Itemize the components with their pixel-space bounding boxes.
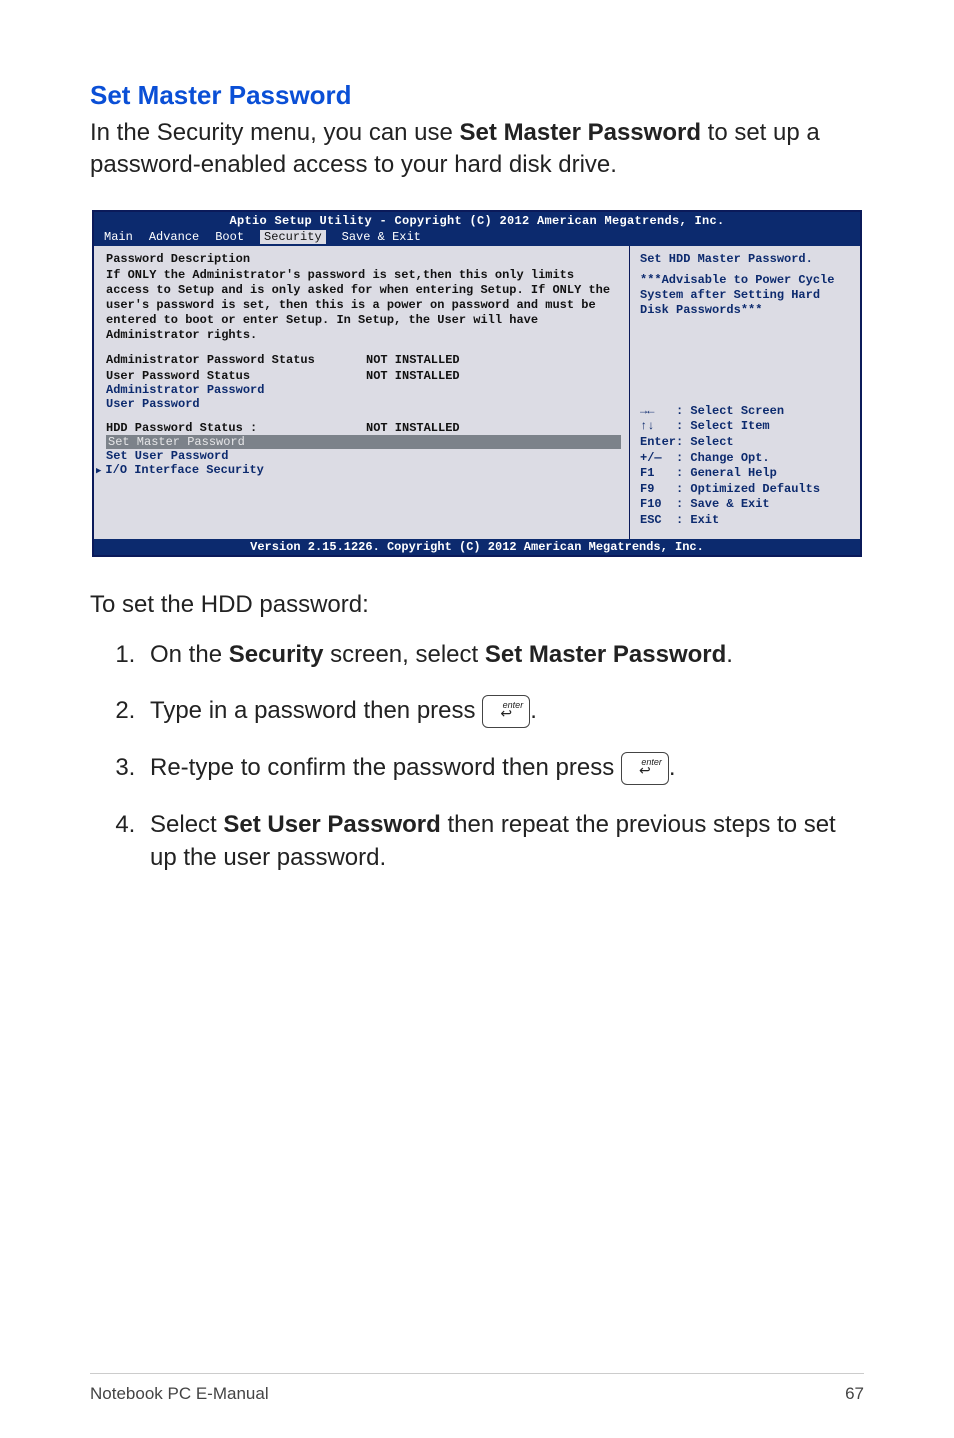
step-1-bold-2: Set Master Password (485, 641, 726, 668)
tab-save-exit[interactable]: Save & Exit (342, 230, 421, 244)
intro-bold: Set Master Password (460, 119, 701, 146)
user-password-status-label: User Password Status (106, 369, 366, 383)
bios-title: Aptio Setup Utility - Copyright (C) 2012… (100, 214, 854, 228)
step-1-before: On the (150, 641, 229, 668)
step-1-mid: screen, select (323, 641, 484, 668)
step-3-after: . (669, 754, 676, 781)
user-password-status-row: User Password Status NOT INSTALLED (106, 369, 621, 383)
step-1-after: . (726, 641, 733, 668)
step-2-before: Type in a password then press (150, 697, 482, 724)
footer-title: Notebook PC E-Manual (90, 1384, 269, 1404)
user-password-status-value: NOT INSTALLED (366, 369, 460, 383)
step-3-before: Re-type to confirm the password then pre… (150, 754, 621, 781)
help-keys: →← : Select Screen ↑↓ : Select Item Ente… (640, 404, 852, 529)
tab-boot[interactable]: Boot (215, 230, 244, 244)
bios-tabs: Main Advance Boot Security Save & Exit (100, 228, 854, 246)
io-interface-security-item[interactable]: I/O Interface Security (96, 463, 621, 477)
step-4-bold: Set User Password (223, 811, 440, 838)
bios-left-pane: Password Description If ONLY the Adminis… (94, 246, 630, 539)
admin-password-status-row: Administrator Password Status NOT INSTAL… (106, 353, 621, 367)
set-user-password-item[interactable]: Set User Password (106, 449, 621, 463)
step-2-after: . (530, 697, 537, 724)
bios-bottom-bar: Version 2.15.1226. Copyright (C) 2012 Am… (94, 539, 860, 555)
subheading: To set the HDD password: (90, 591, 864, 619)
steps-list: On the Security screen, select Set Maste… (90, 639, 864, 874)
hdd-password-status-label: HDD Password Status : (106, 421, 366, 435)
step-4-before: Select (150, 811, 223, 838)
password-description-header: Password Description (106, 252, 621, 266)
intro-text-before: In the Security menu, you can use (90, 119, 460, 146)
help-title: Set HDD Master Password. (640, 252, 852, 267)
admin-password-status-label: Administrator Password Status (106, 353, 366, 367)
enter-key-icon: enter ↩ (621, 752, 669, 785)
step-4: Select Set User Password then repeat the… (142, 809, 864, 874)
step-1-bold-1: Security (229, 641, 324, 668)
hdd-password-status-value: NOT INSTALLED (366, 421, 460, 435)
enter-key-label: enter (641, 756, 662, 768)
intro-paragraph: In the Security menu, you can use Set Ma… (90, 117, 864, 182)
user-password-item[interactable]: User Password (106, 397, 621, 411)
enter-key-icon: enter ↩ (482, 695, 530, 728)
set-master-password-item[interactable]: Set Master Password (106, 435, 621, 449)
tab-main[interactable]: Main (104, 230, 133, 244)
bios-top-bar: Aptio Setup Utility - Copyright (C) 2012… (94, 212, 860, 246)
help-advisable: ***Advisable to Power Cycle System after… (640, 273, 852, 318)
tab-advance[interactable]: Advance (149, 230, 199, 244)
bios-screenshot: Aptio Setup Utility - Copyright (C) 2012… (92, 210, 862, 557)
step-3: Re-type to confirm the password then pre… (142, 752, 864, 785)
page-footer: Notebook PC E-Manual 67 (90, 1373, 864, 1404)
bios-body: Password Description If ONLY the Adminis… (94, 246, 860, 539)
enter-key-label: enter (503, 699, 524, 711)
bios-right-pane: Set HDD Master Password. ***Advisable to… (630, 246, 860, 539)
administrator-password-item[interactable]: Administrator Password (106, 383, 621, 397)
footer-page-number: 67 (845, 1384, 864, 1404)
hdd-password-status-row: HDD Password Status : NOT INSTALLED (106, 421, 621, 435)
step-1: On the Security screen, select Set Maste… (142, 639, 864, 671)
password-description-text: If ONLY the Administrator's password is … (106, 268, 621, 343)
admin-password-status-value: NOT INSTALLED (366, 353, 460, 367)
tab-security[interactable]: Security (260, 230, 326, 244)
section-heading: Set Master Password (90, 80, 864, 111)
step-2: Type in a password then press enter ↩ . (142, 695, 864, 728)
